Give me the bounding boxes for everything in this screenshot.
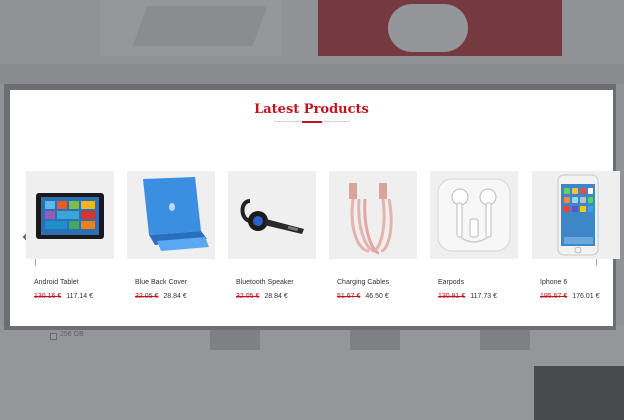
product-prices: 32.05 € 28.84 € [135,293,187,300]
new-price: 28.84 € [264,293,288,300]
iphone-image[interactable] [532,171,620,259]
product-card[interactable]: Earpods 130.81 € 117.73 € [430,171,518,301]
latest-products-modal: Latest Products Android Tablet 130.16 € … [10,90,620,326]
old-price: 51.67 € [337,293,361,300]
title-underline [302,121,322,123]
modal-title: Latest Products [254,102,369,117]
tablet-image[interactable] [26,171,114,259]
product-card[interactable]: Charging Cables 51.67 € 46.50 € [329,171,417,301]
product-prices: 130.81 € 117.73 € [438,293,497,300]
product-prices: 32.05 € 28.84 € [236,293,288,300]
product-card[interactable]: Bluetooth Speaker 32.05 € 28.84 € [228,171,316,301]
product-name[interactable]: Earpods [438,279,464,286]
bluetooth-headset-image[interactable] [228,171,316,259]
new-price: 117.14 € [66,293,93,300]
old-price: 32.05 € [135,293,159,300]
old-price: 130.16 € [34,293,62,300]
old-price: 130.81 € [438,293,466,300]
carousel-next-button[interactable] [592,230,606,248]
old-price: 195.57 € [540,293,568,300]
product-prices: 51.67 € 46.50 € [337,293,389,300]
product-name[interactable]: Android Tablet [34,279,79,286]
product-prices: 195.57 € 176.01 € [540,293,600,300]
product-name[interactable]: Bluetooth Speaker [236,279,294,286]
product-prices: 130.16 € 117.14 € [34,293,93,300]
product-name[interactable]: Iphone 6 [540,279,567,286]
product-name[interactable]: Charging Cables [337,279,389,286]
product-card[interactable]: Iphone 6 195.57 € 176.01 € [532,171,620,301]
earpods-image[interactable] [430,171,518,259]
old-price: 32.05 € [236,293,260,300]
product-card[interactable]: Android Tablet 130.16 € 117.14 € [26,171,114,301]
charging-cable-image[interactable] [329,171,417,259]
new-price: 28.84 € [163,293,187,300]
new-price: 176.01 € [572,293,600,300]
product-card[interactable]: Blue Back Cover 32.05 € 28.84 € [127,171,215,301]
new-price: 46.50 € [365,293,389,300]
product-name[interactable]: Blue Back Cover [135,279,187,286]
new-price: 117.73 € [470,293,497,300]
tablet-cover-image[interactable] [127,171,215,259]
